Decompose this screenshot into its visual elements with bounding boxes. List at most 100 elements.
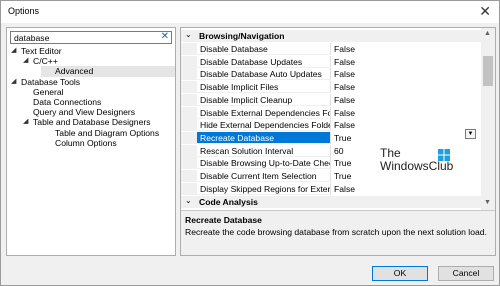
property-row[interactable]: Disable Database Auto Updates False: [181, 68, 481, 81]
property-name: Display Skipped Regions for External: [197, 182, 331, 195]
property-name-cell[interactable]: Disable Database Updates: [197, 55, 331, 68]
search-input[interactable]: database ✕: [10, 31, 172, 44]
description-title: Recreate Database: [185, 215, 262, 225]
property-row[interactable]: Disable Implicit Cleanup False: [181, 93, 481, 106]
property-value[interactable]: False: [334, 69, 355, 79]
property-name: Disable External Dependencies Folders: [197, 106, 331, 119]
property-name-cell[interactable]: Rescan Solution Interval: [197, 144, 331, 157]
row-gutter: [181, 106, 197, 119]
property-name: Disable Database: [197, 43, 331, 55]
tree-item[interactable]: Column Options: [41, 138, 175, 149]
property-value[interactable]: False: [334, 44, 355, 54]
value-dropdown-button[interactable]: ▼: [465, 129, 476, 139]
property-row[interactable]: Rescan Solution Interval 60: [181, 144, 481, 157]
collapse-chevron-icon[interactable]: ⌄: [185, 30, 192, 39]
row-gutter: [181, 68, 197, 81]
property-grid: ⌄ Browsing/Navigation Disable Database Fa…: [180, 27, 496, 256]
property-name-cell[interactable]: Disable Implicit Cleanup: [197, 93, 331, 106]
scroll-down-icon[interactable]: ▼: [484, 199, 491, 206]
row-gutter: [181, 119, 197, 132]
property-name-cell[interactable]: Disable Implicit Files: [197, 81, 331, 94]
description-text: Recreate the code browsing database from…: [185, 227, 487, 237]
vertical-scrollbar[interactable]: ▲ ▼: [481, 28, 495, 210]
options-tree-pane: database ✕ ◢ Text Editor ◢ C/C++ Advanced ◢ Da…: [6, 27, 176, 256]
property-value[interactable]: False: [334, 82, 355, 92]
expand-arrow-icon[interactable]: ◢: [23, 56, 28, 64]
property-name: Disable Implicit Cleanup: [197, 93, 331, 106]
property-name: Disable Current Item Selection: [197, 170, 331, 182]
property-value[interactable]: True: [334, 171, 351, 181]
property-name-cell[interactable]: Recreate Database: [197, 131, 331, 144]
property-name-cell[interactable]: Disable Browsing Up-to-Date Check: [197, 157, 331, 170]
property-value[interactable]: False: [334, 108, 355, 118]
tree-item-label: Data Connections: [33, 97, 102, 107]
expand-arrow-icon[interactable]: ◢: [11, 77, 16, 85]
property-name: Disable Implicit Files: [197, 81, 331, 94]
tree-item-label: Database Tools: [21, 76, 81, 87]
row-gutter: [181, 81, 197, 94]
category-label: Code Analysis: [199, 197, 258, 207]
property-value[interactable]: True: [334, 158, 351, 168]
row-gutter: [181, 43, 197, 55]
category-label: Browsing/Navigation: [199, 31, 285, 41]
property-name: Rescan Solution Interval: [197, 144, 331, 157]
window-title: Options: [8, 6, 40, 16]
property-value[interactable]: False: [334, 95, 355, 105]
property-name-cell[interactable]: Disable External Dependencies Folders: [197, 106, 331, 119]
description-pane: Recreate Database Recreate the code brow…: [181, 210, 495, 255]
property-row[interactable]: Recreate Database True: [181, 131, 481, 144]
expand-arrow-icon[interactable]: ◢: [23, 117, 28, 125]
row-gutter: [181, 157, 197, 170]
ok-button[interactable]: OK: [372, 266, 428, 281]
tree-item-label: Table and Database Designers: [33, 117, 151, 128]
tree-item-label: C/C++: [33, 56, 58, 67]
row-gutter: [181, 144, 197, 157]
property-value[interactable]: 60: [334, 146, 344, 156]
property-name-cell[interactable]: Disable Database Auto Updates: [197, 68, 331, 81]
property-row[interactable]: Disable Database False: [181, 43, 481, 55]
options-dialog: Options ✕ database ✕ ◢ Text Editor ◢ C/C++ A…: [0, 0, 500, 286]
scroll-thumb[interactable]: [483, 56, 493, 86]
row-gutter: [181, 131, 197, 144]
expand-arrow-icon[interactable]: ◢: [11, 46, 16, 54]
property-name: Disable Browsing Up-to-Date Check: [197, 157, 331, 170]
category-browsing-navigation[interactable]: ⌄ Browsing/Navigation: [181, 30, 481, 42]
tree-item-label: Advanced: [55, 66, 94, 77]
close-icon[interactable]: ✕: [479, 3, 491, 19]
property-value[interactable]: False: [334, 120, 355, 130]
property-value[interactable]: False: [334, 184, 355, 194]
tree-item-label: Query and View Designers: [33, 107, 136, 118]
row-gutter: [181, 93, 197, 106]
property-name-cell[interactable]: Disable Current Item Selection: [197, 170, 331, 182]
property-row[interactable]: Display Skipped Regions for External Fals…: [181, 182, 481, 195]
search-input-value[interactable]: database: [14, 33, 49, 43]
row-gutter: [181, 170, 197, 182]
property-name: Hide External Dependencies Folders: [197, 119, 331, 132]
property-name: Disable Database Auto Updates: [197, 68, 331, 81]
windows-logo-icon: [438, 149, 450, 161]
tree-item-label: Column Options: [55, 137, 117, 148]
scroll-up-icon[interactable]: ▲: [484, 30, 491, 37]
collapse-chevron-icon[interactable]: ⌄: [185, 196, 192, 205]
property-name-cell[interactable]: Hide External Dependencies Folders: [197, 119, 331, 132]
watermark-line1: The: [380, 146, 401, 160]
cancel-button[interactable]: Cancel: [438, 266, 494, 281]
property-row[interactable]: Disable External Dependencies FoldersFal…: [181, 106, 481, 119]
category-code-analysis[interactable]: ⌄ Code Analysis: [181, 196, 481, 208]
tree-item-label: Table and Diagram Options: [55, 127, 160, 138]
property-row[interactable]: Disable Database Updates False: [181, 55, 481, 68]
property-name-cell[interactable]: Disable Database: [197, 43, 331, 55]
tree-item-label: Text Editor: [21, 46, 62, 56]
property-value[interactable]: False: [334, 57, 355, 67]
watermark-line2: WindowsClub: [380, 159, 454, 173]
clear-search-icon[interactable]: ✕: [161, 31, 169, 42]
tree-item-label: General: [33, 86, 64, 97]
property-value[interactable]: True: [334, 133, 351, 143]
property-row[interactable]: Hide External Dependencies Folders False: [181, 119, 481, 132]
title-bar: Options ✕: [1, 1, 499, 23]
property-row[interactable]: Disable Implicit Files False: [181, 81, 481, 94]
row-gutter: [181, 55, 197, 68]
property-name: Recreate Database: [197, 131, 331, 144]
property-name-cell[interactable]: Display Skipped Regions for External: [197, 182, 331, 195]
row-gutter: [181, 182, 197, 195]
